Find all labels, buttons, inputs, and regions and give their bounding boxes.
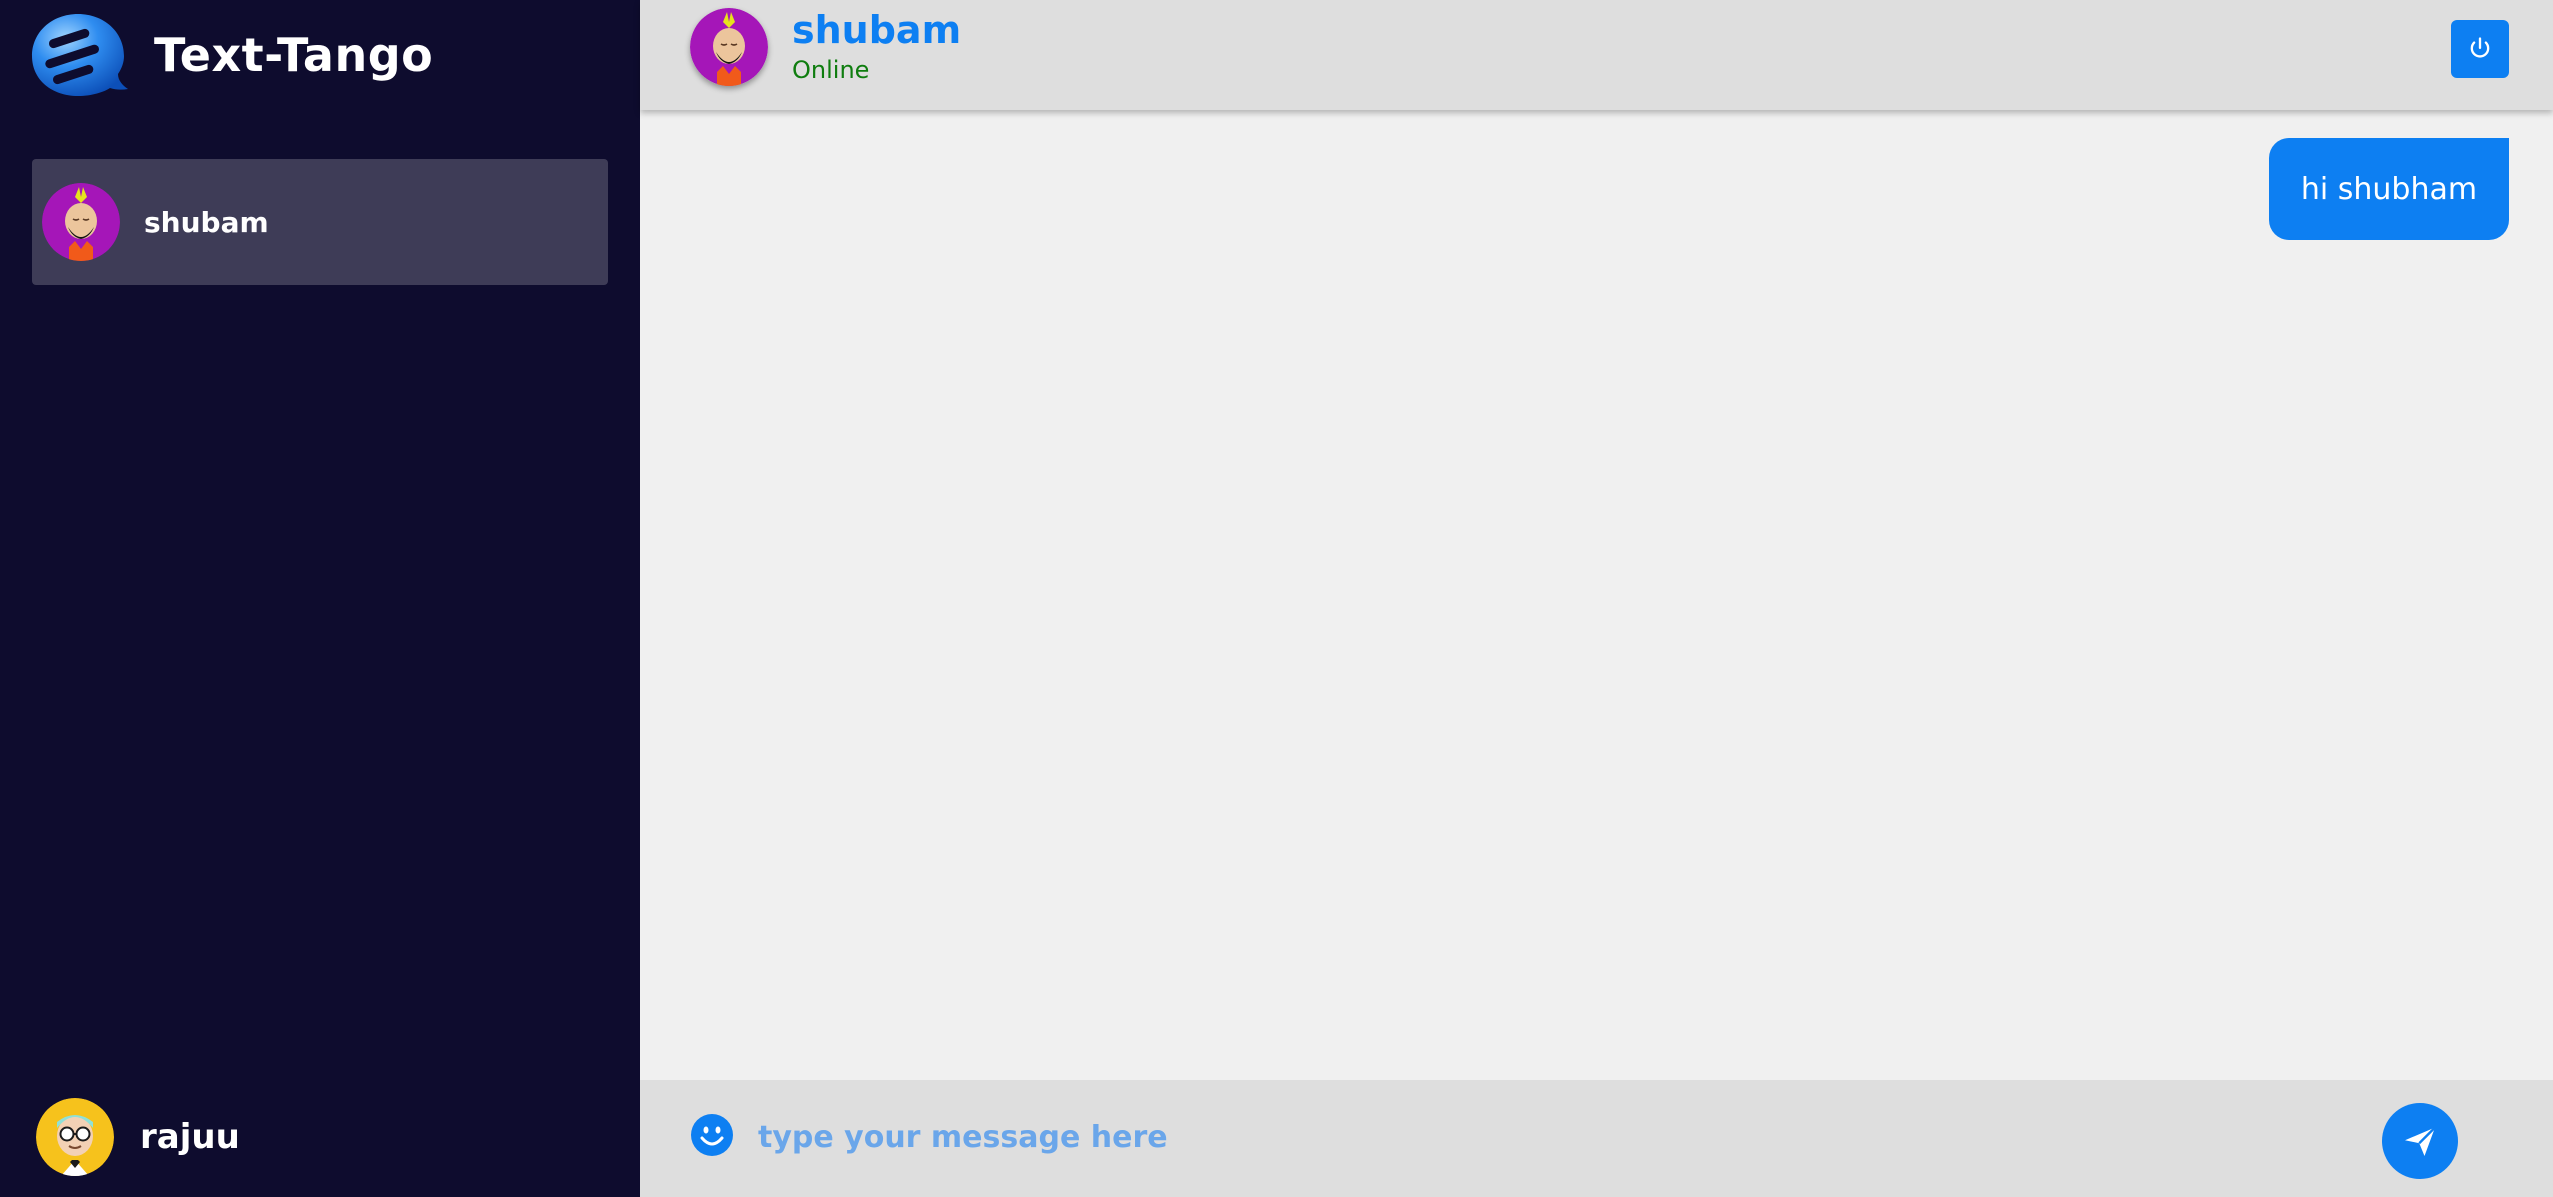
outgoing-message: hi shubham: [2269, 138, 2509, 240]
turban-man-avatar: [690, 8, 768, 86]
chat-bubble-logo-icon: [32, 14, 128, 96]
message-composer: [640, 1080, 2553, 1197]
brand: Text-Tango: [30, 10, 433, 100]
chat-header: shubam Online: [640, 0, 2553, 110]
contact-name: shubam: [144, 205, 269, 239]
chat-partner-name: shubam: [792, 8, 962, 52]
current-user: rajuu: [36, 1098, 240, 1176]
smiley-icon[interactable]: [690, 1113, 734, 1157]
contact-item-shubam[interactable]: shubam: [32, 159, 608, 285]
app-title: Text-Tango: [154, 28, 434, 82]
send-icon: [2405, 1126, 2436, 1156]
send-button[interactable]: [2382, 1103, 2458, 1179]
turban-man-avatar: [42, 183, 120, 261]
glasses-man-avatar: [36, 1098, 114, 1176]
power-icon: [2470, 37, 2490, 58]
message-list: hi shubham: [640, 110, 2553, 1080]
logout-button[interactable]: [2451, 20, 2509, 78]
online-status: Online: [792, 56, 870, 84]
message-input[interactable]: [758, 1108, 2258, 1166]
current-user-name: rajuu: [140, 1117, 240, 1157]
chat-app: Text-Tango shubam rajuu shubam Online hi…: [0, 0, 2553, 1197]
sidebar: Text-Tango shubam rajuu: [0, 0, 640, 1197]
